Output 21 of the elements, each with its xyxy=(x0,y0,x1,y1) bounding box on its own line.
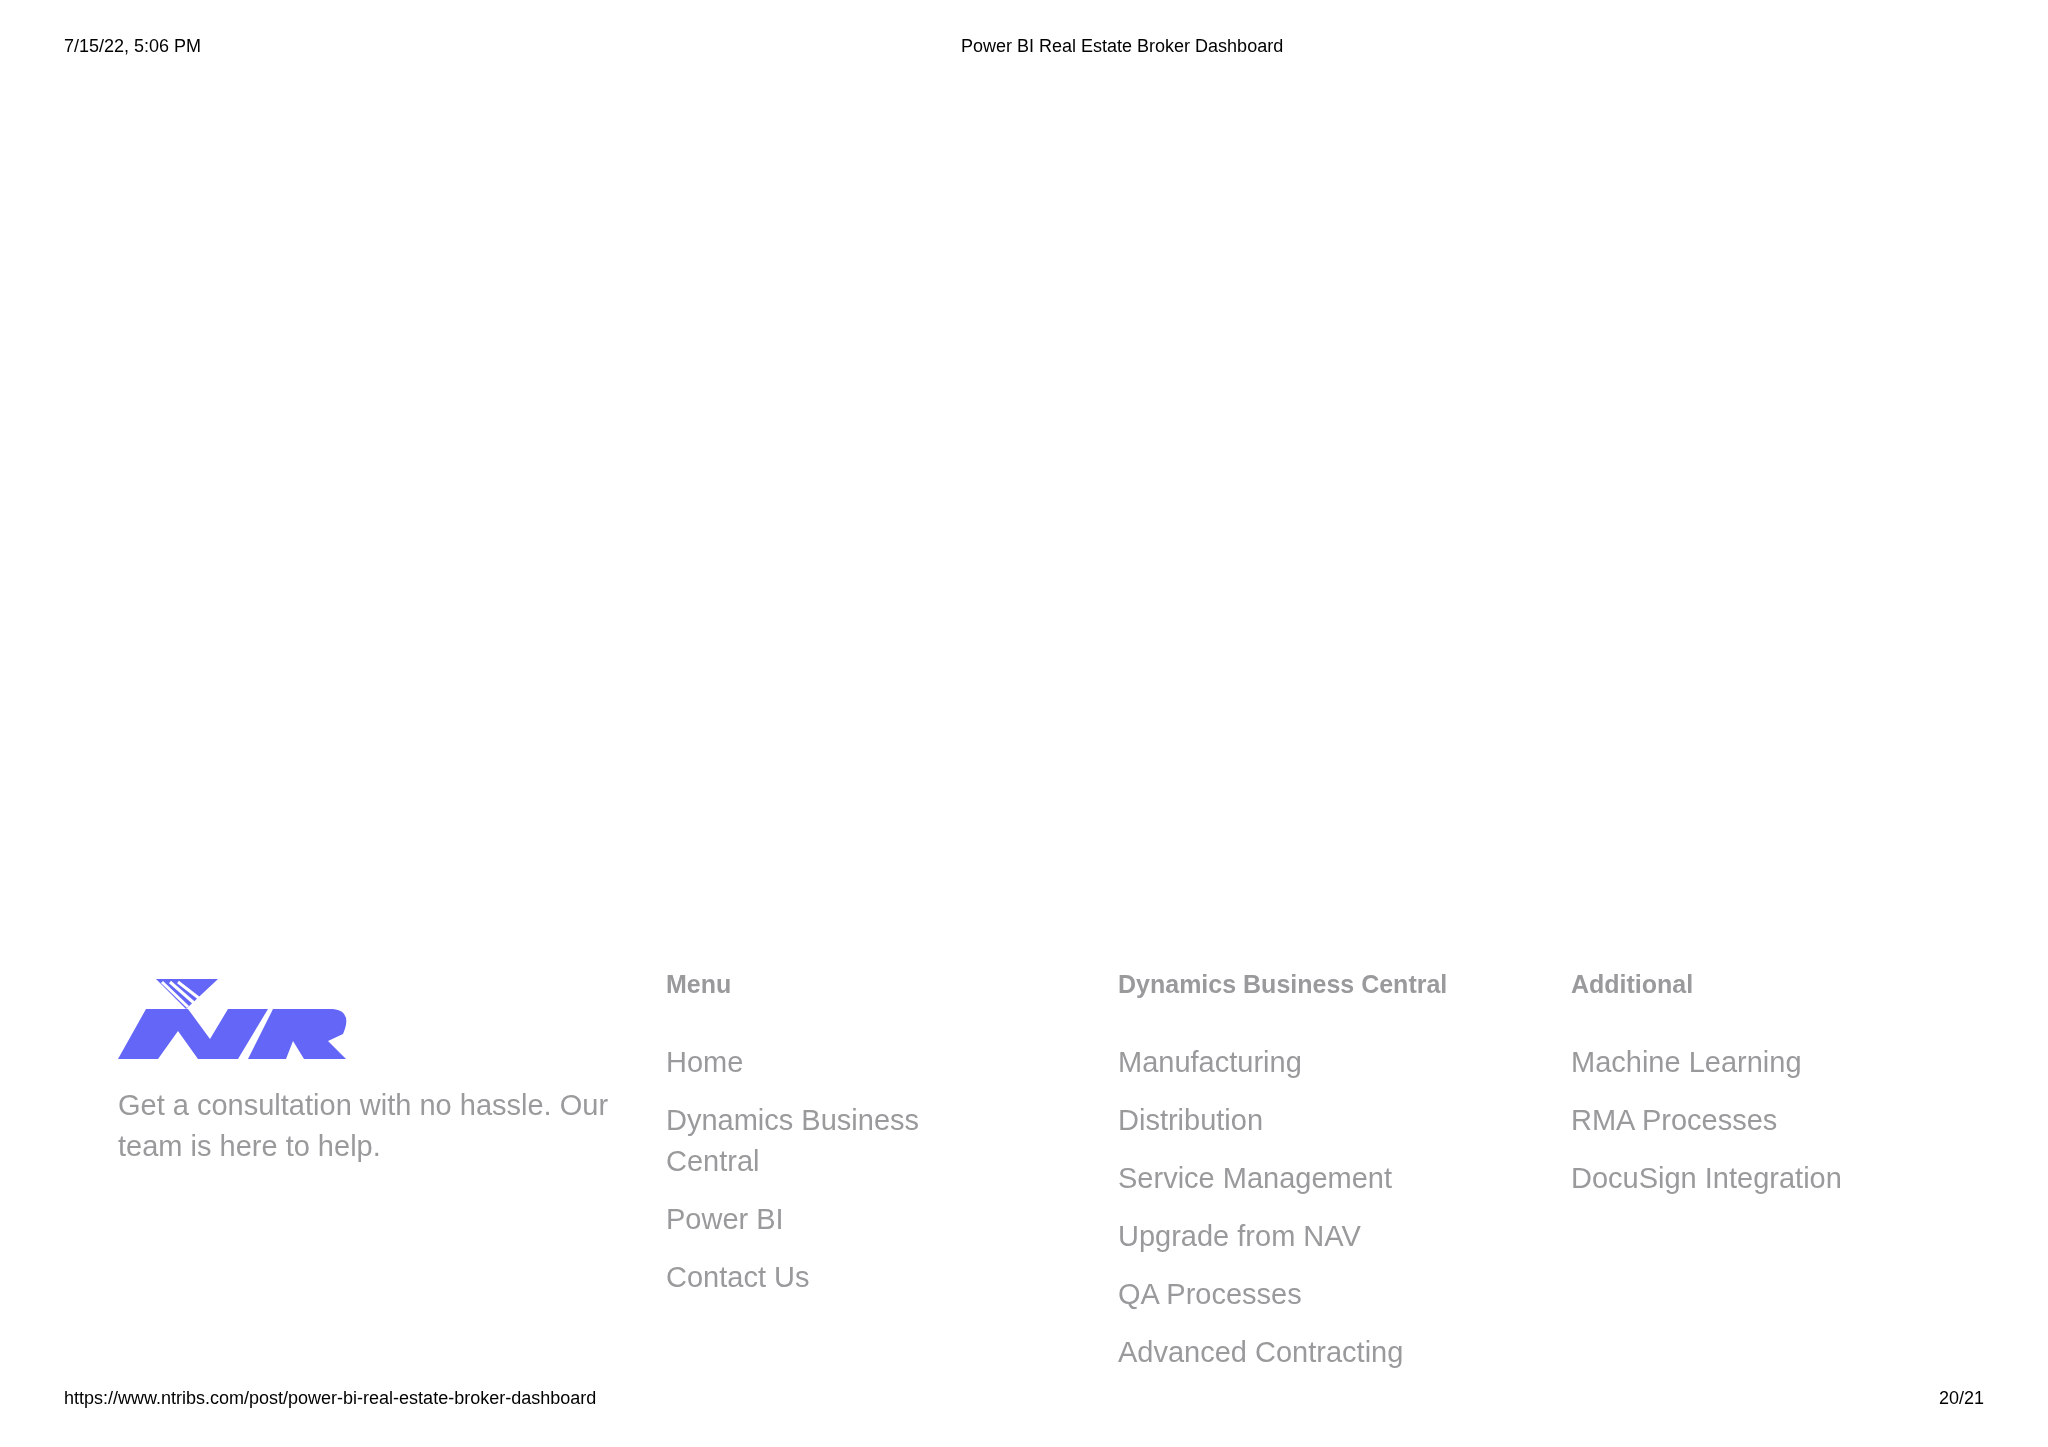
footer-link[interactable]: Distribution xyxy=(1118,1100,1438,1141)
footer-link[interactable]: RMA Processes xyxy=(1571,1100,1891,1141)
footer-link[interactable]: Power BI xyxy=(666,1199,986,1240)
print-date: 7/15/22, 5:06 PM xyxy=(64,34,202,58)
footer-link[interactable]: Manufacturing xyxy=(1118,1042,1438,1083)
footer-link[interactable]: Machine Learning xyxy=(1571,1042,1891,1083)
footer-link[interactable]: Home xyxy=(666,1042,986,1083)
footer-link[interactable]: Advanced Contracting xyxy=(1118,1332,1438,1373)
footer-link[interactable]: DocuSign Integration xyxy=(1571,1158,1891,1199)
footer-link[interactable]: Upgrade from NAV xyxy=(1118,1216,1438,1257)
footer-link[interactable]: Service Management xyxy=(1118,1158,1438,1199)
page-title: Power BI Real Estate Broker Dashboard xyxy=(961,34,1284,58)
footer-link[interactable]: Dynamics Business Central xyxy=(666,1100,986,1182)
column-heading: Menu xyxy=(666,969,733,1000)
footer-link[interactable]: QA Processes xyxy=(1118,1274,1438,1315)
page-number: 20/21 xyxy=(1938,1386,1984,1410)
tagline: Get a consultation with no hassle. Our team is here to help. xyxy=(118,1088,610,1164)
column-heading: Additional xyxy=(1571,969,1695,1000)
column-heading: Dynamics Business Central xyxy=(1118,969,1449,1000)
page-url: https://www.ntribs.com/post/power-bi-real-estate-broker-dashboard xyxy=(64,1386,597,1410)
footer-link[interactable]: Contact Us xyxy=(666,1257,986,1298)
